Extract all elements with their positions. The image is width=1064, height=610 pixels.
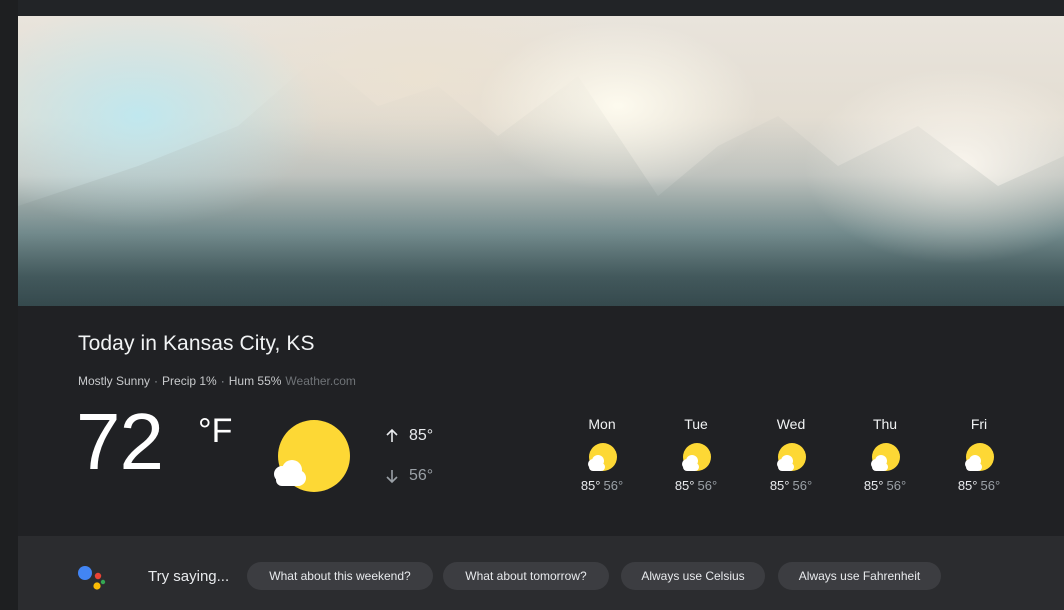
high-low-temps: 85° 56° <box>384 426 433 486</box>
forecast-day-wed[interactable]: Wed 85° 56° <box>756 416 826 493</box>
forecast-day-thu[interactable]: Thu 85° 56° <box>850 416 920 493</box>
forecast-low: 56° <box>792 478 813 493</box>
forecast-low: 56° <box>697 478 718 493</box>
forecast-day-mon[interactable]: Mon 85° 56° <box>567 416 637 493</box>
forecast-high: 85° <box>674 478 695 493</box>
screen-bezel-top <box>0 0 1064 16</box>
high-temp-row: 85° <box>384 426 433 446</box>
low-temp-row: 56° <box>384 466 433 486</box>
forecast-temps: 85° 56° <box>661 478 731 493</box>
location-title: Today in Kansas City, KS <box>78 332 315 355</box>
forecast-temps: 85° 56° <box>756 478 826 493</box>
weather-hero-image <box>18 16 1064 306</box>
forecast-temps: 85° 56° <box>850 478 920 493</box>
weather-source-link[interactable]: Weather.com <box>285 374 355 388</box>
partly-sunny-icon <box>871 443 900 471</box>
humidity: Hum 55% <box>228 374 282 388</box>
forecast-low: 56° <box>980 478 1001 493</box>
suggestion-chip-weekend[interactable]: What about this weekend? <box>247 562 433 590</box>
forecast-high: 85° <box>863 478 884 493</box>
forecast-day-label: Mon <box>588 416 616 432</box>
suggestion-chip-celsius[interactable]: Always use Celsius <box>621 562 765 590</box>
conditions-line: Mostly Sunny · Precip 1% · Hum 55% Weather.co… <box>78 374 356 388</box>
forecast-day-label: Tue <box>684 416 708 432</box>
current-temperature: 72 <box>76 397 164 486</box>
forecast-day-label: Thu <box>872 416 898 432</box>
partly-sunny-icon <box>588 443 617 471</box>
try-saying-label: Try saying... <box>148 568 230 585</box>
arrow-down-icon <box>386 470 398 484</box>
partly-sunny-icon <box>274 420 350 492</box>
forecast-day-label: Wed <box>776 416 806 432</box>
partly-sunny-icon <box>965 443 994 471</box>
forecast-high: 85° <box>769 478 790 493</box>
forecast-day-tue[interactable]: Tue 85° 56° <box>661 416 731 493</box>
separator-dot: · <box>154 374 159 388</box>
forecast-low: 56° <box>603 478 624 493</box>
screen-bezel-left <box>0 0 18 610</box>
google-assistant-icon <box>78 566 106 590</box>
partly-sunny-icon <box>682 443 711 471</box>
suggestion-chip-tomorrow[interactable]: What about tomorrow? <box>443 562 609 590</box>
forecast-day-fri[interactable]: Fri 85° 56° <box>944 416 1014 493</box>
forecast-temps: 85° 56° <box>567 478 637 493</box>
temperature-unit: °F <box>198 412 233 450</box>
hero-mountain-silhouette <box>18 56 1064 306</box>
tv-screen: Today in Kansas City, KS Mostly Sunny · Pr… <box>0 0 1064 610</box>
suggestion-bar: Try saying... What about this weekend? W… <box>18 536 1064 610</box>
forecast-high: 85° <box>957 478 978 493</box>
separator-dot: · <box>220 374 225 388</box>
partly-sunny-icon <box>777 443 806 471</box>
arrow-up-icon <box>386 428 398 442</box>
high-temp: 85° <box>409 427 434 444</box>
low-temp: 56° <box>409 467 434 484</box>
weather-card: Today in Kansas City, KS Mostly Sunny · Pr… <box>18 306 1064 536</box>
forecast-high: 85° <box>580 478 601 493</box>
precipitation: Precip 1% <box>162 374 217 388</box>
forecast-temps: 85° 56° <box>944 478 1014 493</box>
condition-summary: Mostly Sunny <box>78 374 151 388</box>
forecast-low: 56° <box>886 478 907 493</box>
forecast-day-label: Fri <box>970 416 988 432</box>
suggestion-chip-fahrenheit[interactable]: Always use Fahrenheit <box>778 562 941 590</box>
